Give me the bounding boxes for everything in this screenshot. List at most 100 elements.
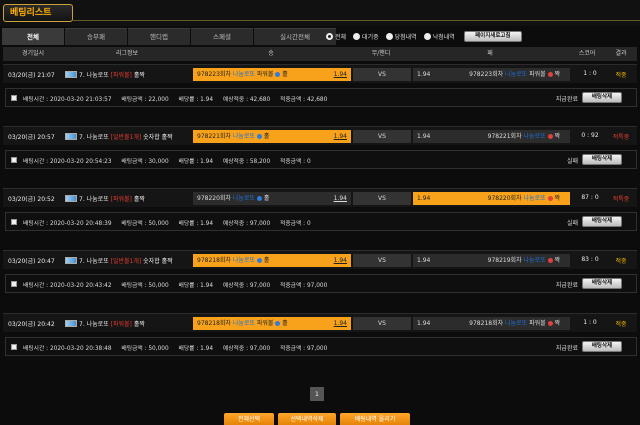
away-round: 978218회차 xyxy=(469,320,504,327)
away-team: 나눔로또 xyxy=(523,195,546,202)
select-checkbox[interactable] xyxy=(11,95,17,101)
hit-amount: 적중금액 : 97,000 xyxy=(280,283,328,289)
payout-status: 지급완료 xyxy=(555,96,578,103)
refresh-page-button[interactable]: 페이지새로고침 xyxy=(463,31,522,42)
delete-bet-button[interactable]: 배팅삭제 xyxy=(582,154,622,165)
select-checkbox[interactable] xyxy=(11,281,17,287)
radio-selected-icon xyxy=(326,33,333,40)
away-pick: 짝 xyxy=(554,320,560,327)
league-info: 7. 나눔로또 [일반볼1개] 숫자합 홀짝 xyxy=(65,256,173,265)
filter-won-radio[interactable]: 당첨내역 xyxy=(385,32,417,41)
odds-total: 배당률 : 1.94 xyxy=(178,221,214,227)
bet-time: 배팅시간 : 2020-03-20 20:48:39 xyxy=(23,221,112,227)
away-team: 나눔로또 xyxy=(523,133,546,140)
home-odds: 1.94 xyxy=(333,133,347,140)
tab-all[interactable]: 전체 xyxy=(2,28,64,45)
filter-pending-radio[interactable]: 대기중 xyxy=(353,32,379,41)
away-label: 978218회차 나눔로또 파워볼 짝 xyxy=(469,317,560,330)
home-pick: 홀 xyxy=(263,257,270,264)
bet-amount: 배팅금액 : 50,000 xyxy=(121,346,169,352)
bet-details: 배팅시간 : 2020-03-20 20:38:48 배팅금액 : 50,000… xyxy=(23,343,335,352)
payout-status: 지급완료 xyxy=(555,345,578,352)
select-checkbox[interactable] xyxy=(11,344,17,350)
away-pick-cell[interactable]: 1.94 978221회차 나눔로또 짝 xyxy=(413,130,570,143)
home-round: 978221회차 xyxy=(197,133,231,140)
home-round: 978223회차 xyxy=(197,71,231,78)
bet-time: 배팅시간 : 2020-03-20 20:54:23 xyxy=(23,159,112,165)
pagination-page[interactable]: 1 xyxy=(310,387,324,401)
league-suffix: 홀짝 xyxy=(133,196,145,203)
league-name: 7. 나눔로또 xyxy=(79,196,109,203)
radio-icon xyxy=(385,33,393,40)
table-header: 경기일시 리그정보 승 무/핸디 패 스코어 결과 xyxy=(3,47,637,61)
away-round: 978223회차 xyxy=(469,71,504,78)
odds-total: 배당률 : 1.94 xyxy=(178,97,214,103)
league-name: 7. 나눔로또 xyxy=(79,258,109,265)
radio-icon xyxy=(423,33,431,40)
home-ball-icon xyxy=(275,72,281,77)
league-info: 7. 나눔로또 [일반볼1개] 숫자합 홀짝 xyxy=(65,132,173,141)
tab-bar: 전체 승무패 핸디캡 스페셜 실시간전체 xyxy=(2,28,337,45)
delete-bet-button[interactable]: 배팅삭제 xyxy=(582,216,622,227)
away-team: 나눔로또 xyxy=(505,320,528,327)
score: 87 : 0 xyxy=(581,194,599,201)
select-checkbox[interactable] xyxy=(11,219,17,225)
away-label: 978219회차 나눔로또 짝 xyxy=(488,254,560,267)
league-tag: [파워볼] xyxy=(110,196,132,203)
away-pick-cell[interactable]: 1.94 978223회차 나눔로또 파워볼 짝 xyxy=(413,68,570,81)
bet-time: 배팅시간 : 2020-03-20 21:03:57 xyxy=(23,97,112,103)
bet-entry: 03/20(금) 20:47 7. 나눔로또 [일반볼1개] 숫자합 홀짝 97… xyxy=(3,250,637,297)
vs-cell: VS xyxy=(353,192,411,205)
away-pick: 짝 xyxy=(554,195,560,202)
header-score: 스코어 xyxy=(578,50,596,57)
filter-all-radio[interactable]: 전체 xyxy=(326,32,346,41)
home-pick-cell[interactable]: 978223회차 나눔로또 파워볼 홀 1.94 xyxy=(193,68,351,81)
tab-special[interactable]: 스페셜 xyxy=(191,28,253,45)
away-tail: 파워볼 xyxy=(529,320,546,327)
home-pick: 홀 xyxy=(263,195,270,202)
league-flag-icon xyxy=(65,320,77,327)
select-all-button[interactable]: 전체선택 xyxy=(224,413,274,425)
expected-win: 예상적중 : 42,680 xyxy=(222,97,271,103)
odds-total: 배당률 : 1.94 xyxy=(178,346,214,352)
delete-bet-button[interactable]: 배팅삭제 xyxy=(582,92,622,103)
home-round: 978218회차 xyxy=(197,320,231,327)
bet-details: 배팅시간 : 2020-03-20 21:03:57 배팅금액 : 22,000… xyxy=(23,94,335,103)
game-date: 03/20(금) 20:42 xyxy=(8,321,55,328)
away-tail: 파워볼 xyxy=(529,71,546,78)
bet-entry: 03/20(금) 21:07 7. 나눔로또 [파워볼] 홀짝 978223회차… xyxy=(3,64,637,111)
bet-detail-row: 배팅시간 : 2020-03-20 20:48:39 배팅금액 : 50,000… xyxy=(5,212,637,231)
away-odds: 1.94 xyxy=(417,133,431,140)
away-pick-cell[interactable]: 1.94 978218회차 나눔로또 파워볼 짝 xyxy=(413,317,570,330)
bet-game-row: 03/20(금) 20:42 7. 나눔로또 [파워볼] 홀짝 978218회차… xyxy=(3,313,637,332)
home-pick-cell[interactable]: 978220회차 나눔로또 홀 1.94 xyxy=(193,192,351,205)
league-flag-icon xyxy=(65,257,77,264)
home-pick-cell[interactable]: 978218회차 나눔로또 파워볼 홀 1.94 xyxy=(193,317,351,330)
away-pick-cell[interactable]: 1.94 978219회차 나눔로또 짝 xyxy=(413,254,570,267)
vs-cell: VS xyxy=(353,130,411,143)
tab-live-all[interactable]: 실시간전체 xyxy=(254,28,336,45)
filter-group: 전체 대기중 당첨내역 낙첨내역 페이지새로고침 xyxy=(326,31,522,42)
league-tag: [파워볼] xyxy=(110,321,132,328)
bet-details: 배팅시간 : 2020-03-20 20:48:39 배팅금액 : 50,000… xyxy=(23,218,319,227)
filter-lost-radio[interactable]: 낙첨내역 xyxy=(423,32,455,41)
home-odds: 1.94 xyxy=(333,257,347,264)
upload-bets-button[interactable]: 배팅내역 올리기 xyxy=(340,413,410,425)
select-checkbox[interactable] xyxy=(11,157,17,163)
delete-bet-button[interactable]: 배팅삭제 xyxy=(582,278,622,289)
delete-bet-button[interactable]: 배팅삭제 xyxy=(582,341,622,352)
odds-total: 배당률 : 1.94 xyxy=(178,283,214,289)
tab-handicap[interactable]: 핸디캡 xyxy=(128,28,190,45)
tab-win-draw-lose[interactable]: 승무패 xyxy=(65,28,127,45)
delete-selected-button[interactable]: 선택내역삭제 xyxy=(278,413,336,425)
home-pick-cell[interactable]: 978218회차 나눔로또 홀 1.94 xyxy=(193,254,351,267)
home-pick-cell[interactable]: 978221회차 나눔로또 홀 1.94 xyxy=(193,130,351,143)
expected-win: 예상적중 : 97,000 xyxy=(222,221,271,227)
vs-cell: VS xyxy=(353,68,411,81)
league-suffix: 숫자합 홀짝 xyxy=(143,258,173,265)
league-tag: [파워볼] xyxy=(110,72,132,79)
home-round: 978218회차 xyxy=(197,257,231,264)
away-pick-cell[interactable]: 1.94 978220회차 나눔로또 짝 xyxy=(413,192,570,205)
home-team: 나눔로또 xyxy=(232,195,255,202)
league-suffix: 홀짝 xyxy=(133,72,145,79)
